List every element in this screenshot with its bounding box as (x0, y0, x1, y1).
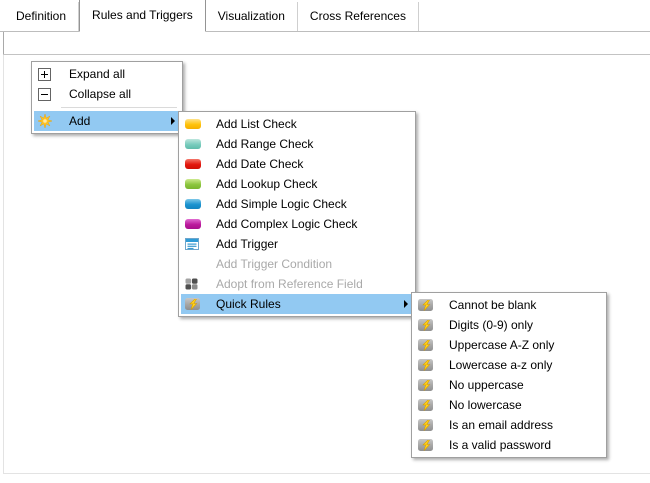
add-sparkle-icon (38, 114, 66, 128)
range-check-icon (185, 139, 213, 149)
adopt-reference-grid-icon (185, 278, 213, 290)
quick-rules-submenu: Cannot be blank Digits (0-9) only Upperc… (411, 292, 607, 458)
tab-cross-references[interactable]: Cross References (298, 2, 419, 31)
menu-item-lowercase-only[interactable]: Lowercase a-z only (414, 355, 604, 375)
menu-item-add-trigger[interactable]: Add Trigger (181, 234, 413, 254)
date-check-icon (185, 159, 213, 169)
lightning-icon (418, 419, 446, 431)
lightning-icon (418, 439, 446, 451)
tab-definition[interactable]: Definition (4, 2, 80, 31)
menu-item-label: Add Simple Logic Check (216, 197, 347, 211)
lightning-icon (418, 379, 446, 391)
menu-item-is-email-address[interactable]: Is an email address (414, 415, 604, 435)
menu-item-add-list-check[interactable]: Add List Check (181, 114, 413, 134)
panel-left-border-top (3, 32, 4, 54)
tab-visualization[interactable]: Visualization (206, 2, 298, 31)
menu-item-adopt-from-reference-field[interactable]: Adopt from Reference Field (181, 274, 413, 294)
menu-item-label: Add (69, 114, 91, 128)
menu-item-label: Add Range Check (216, 137, 314, 151)
list-check-icon (185, 119, 213, 129)
submenu-arrow-icon (171, 117, 175, 125)
menu-item-add-range-check[interactable]: Add Range Check (181, 134, 413, 154)
menu-item-cannot-be-blank[interactable]: Cannot be blank (414, 295, 604, 315)
menu-item-label: Is an email address (449, 418, 554, 432)
menu-item-no-lowercase[interactable]: No lowercase (414, 395, 604, 415)
menu-separator (61, 107, 177, 108)
menu-item-expand-all[interactable]: Expand all (34, 64, 180, 84)
menu-item-label: No uppercase (449, 378, 524, 392)
submenu-arrow-icon (404, 300, 408, 308)
lightning-icon (418, 319, 446, 331)
menu-item-add-complex-logic-check[interactable]: Add Complex Logic Check (181, 214, 413, 234)
lightning-icon (418, 339, 446, 351)
menu-item-label: No lowercase (449, 398, 522, 412)
collapse-minus-icon (38, 87, 66, 101)
panel-bottom-border (3, 473, 650, 474)
menu-item-uppercase-only[interactable]: Uppercase A-Z only (414, 335, 604, 355)
menu-item-add-trigger-condition[interactable]: Add Trigger Condition (181, 254, 413, 274)
menu-item-collapse-all[interactable]: Collapse all (34, 84, 180, 104)
menu-item-digits-only[interactable]: Digits (0-9) only (414, 315, 604, 335)
menu-item-label: Quick Rules (216, 297, 281, 311)
menu-item-label: Uppercase A-Z only (449, 338, 555, 352)
menu-item-label: Digits (0-9) only (449, 318, 534, 332)
lookup-check-icon (185, 179, 213, 189)
tab-rules-and-triggers[interactable]: Rules and Triggers (79, 0, 206, 32)
complex-logic-check-icon (185, 219, 213, 229)
menu-item-quick-rules[interactable]: Quick Rules (181, 294, 413, 314)
menu-item-label: Add Complex Logic Check (216, 217, 358, 231)
menu-item-label: Add List Check (216, 117, 297, 131)
menu-item-label: Lowercase a-z only (449, 358, 553, 372)
panel-left-border (3, 55, 4, 473)
menu-item-no-uppercase[interactable]: No uppercase (414, 375, 604, 395)
menu-item-add-date-check[interactable]: Add Date Check (181, 154, 413, 174)
menu-item-label: Cannot be blank (449, 298, 537, 312)
quick-rules-lightning-icon (185, 298, 213, 310)
panel-header-divider (3, 54, 650, 55)
lightning-icon (418, 399, 446, 411)
menu-item-label: Add Lookup Check (216, 177, 318, 191)
menu-item-label: Add Trigger Condition (216, 257, 333, 271)
trigger-icon (185, 238, 213, 250)
menu-item-label: Is a valid password (449, 438, 552, 452)
expand-plus-icon (38, 67, 66, 81)
add-submenu: Add List Check Add Range Check Add Date … (178, 111, 416, 317)
simple-logic-check-icon (185, 199, 213, 209)
menu-item-label: Expand all (69, 67, 126, 81)
tab-bar: Definition Rules and Triggers Visualizat… (0, 0, 650, 32)
menu-item-add-lookup-check[interactable]: Add Lookup Check (181, 174, 413, 194)
lightning-icon (418, 299, 446, 311)
menu-item-label: Add Date Check (216, 157, 304, 171)
menu-item-label: Add Trigger (216, 237, 279, 251)
menu-item-add-simple-logic-check[interactable]: Add Simple Logic Check (181, 194, 413, 214)
context-menu: Expand all Collapse all Add (31, 61, 183, 134)
menu-item-label: Collapse all (69, 87, 132, 101)
lightning-icon (418, 359, 446, 371)
rules-and-triggers-page: Definition Rules and Triggers Visualizat… (0, 0, 650, 483)
menu-item-label: Adopt from Reference Field (216, 277, 363, 291)
menu-item-is-valid-password[interactable]: Is a valid password (414, 435, 604, 455)
menu-item-add[interactable]: Add (34, 111, 180, 131)
